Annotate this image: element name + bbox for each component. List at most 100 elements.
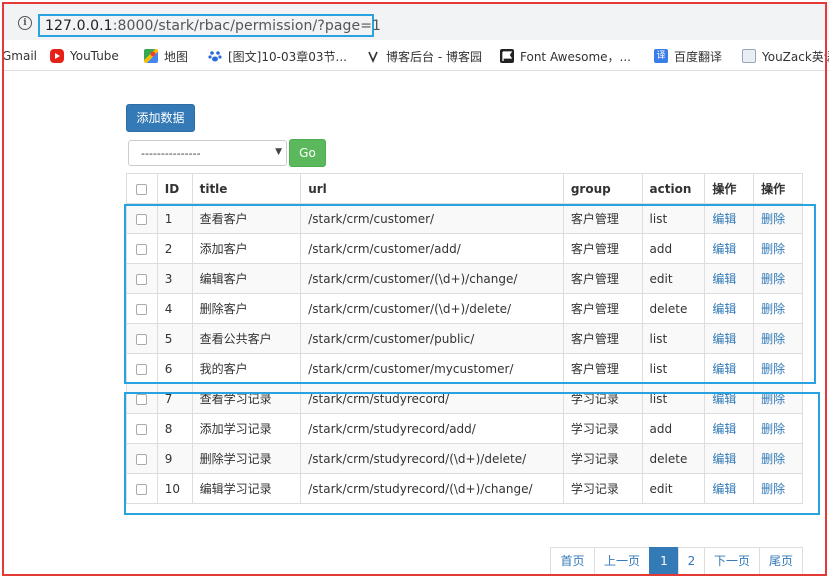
delete-link-cell: 删除 (753, 203, 803, 234)
row-checkbox[interactable] (136, 213, 148, 225)
bookmark-baidu-translate[interactable]: 译 百度翻译 (654, 47, 722, 65)
info-icon[interactable]: i (18, 16, 32, 30)
bookmark-label: Font Awesome，... (520, 49, 631, 64)
row-checkbox[interactable] (136, 453, 148, 465)
edit-link-cell: 编辑 (704, 413, 755, 444)
cell-title: 编辑客户 (191, 263, 302, 294)
edit-link[interactable]: 编辑 (712, 242, 736, 256)
edit-link[interactable]: 编辑 (712, 332, 736, 346)
page-icon (742, 49, 756, 63)
row-checkbox[interactable] (136, 423, 148, 435)
row-checkbox[interactable] (136, 363, 148, 375)
cell-url: /stark/crm/customer/mycustomer/ (300, 353, 564, 384)
cell-title: 查看客户 (191, 203, 302, 234)
select-all-checkbox[interactable] (136, 183, 148, 195)
cell-url: /stark/crm/studyrecord/(\d+)/change/ (300, 473, 564, 504)
bookmark-fontawesome[interactable]: Font Awesome，... (500, 47, 631, 65)
row-checkbox-cell (126, 323, 158, 354)
delete-link[interactable]: 删除 (761, 452, 785, 466)
url-input[interactable]: 127.0.0.1:8000/stark/rbac/permission/?pa… (38, 14, 381, 37)
cell-title: 添加客户 (191, 233, 302, 264)
header-edit-op: 操作 (704, 173, 755, 204)
header-delete-op: 操作 (753, 173, 803, 204)
bookmark-baidu-doc[interactable]: [图文]10-03章03节... (208, 47, 347, 65)
page-last[interactable]: 尾页 (759, 547, 803, 575)
bookmark-label: Gmail (4, 49, 38, 63)
bookmark-gmail[interactable]: Gmail (4, 47, 37, 65)
add-data-button[interactable]: 添加数据 (126, 104, 195, 132)
row-checkbox[interactable] (136, 243, 148, 255)
cell-action: edit (641, 473, 706, 504)
delete-link-cell: 删除 (753, 443, 803, 474)
row-checkbox[interactable] (136, 333, 148, 345)
bookmark-youzack[interactable]: YouZack英语 (742, 47, 829, 65)
bookmark-cnblogs[interactable]: 博客后台 - 博客园 (366, 47, 482, 65)
cell-url: /stark/crm/studyrecord/(\d+)/delete/ (300, 443, 564, 474)
bookmark-label: 博客后台 - 博客园 (386, 49, 482, 64)
delete-link[interactable]: 删除 (761, 272, 785, 286)
row-checkbox-cell (126, 473, 158, 504)
page-2[interactable]: 2 (678, 547, 705, 575)
cell-url: /stark/crm/customer/(\d+)/delete/ (300, 293, 564, 324)
page-next[interactable]: 下一页 (704, 547, 760, 575)
bookmark-youtube[interactable]: YouTube (50, 47, 119, 65)
edit-link[interactable]: 编辑 (712, 272, 736, 286)
row-checkbox[interactable] (136, 303, 148, 315)
delete-link[interactable]: 删除 (761, 332, 785, 346)
bookmark-label: 地图 (164, 49, 189, 64)
row-checkbox-cell (126, 413, 158, 444)
row-checkbox[interactable] (136, 393, 148, 405)
row-checkbox-cell (126, 263, 158, 294)
edit-link[interactable]: 编辑 (712, 422, 736, 436)
row-checkbox[interactable] (136, 483, 148, 495)
bookmark-label: YouTube (70, 49, 119, 63)
select-all-cell (126, 173, 158, 204)
delete-link[interactable]: 删除 (761, 482, 785, 496)
delete-link[interactable]: 删除 (761, 392, 785, 406)
action-select[interactable]: --------------- ▼ (128, 140, 287, 166)
delete-link[interactable]: 删除 (761, 362, 785, 376)
delete-link[interactable]: 删除 (761, 242, 785, 256)
row-checkbox[interactable] (136, 273, 148, 285)
bookmark-label: [图文]10-03章03节... (228, 49, 347, 64)
cell-title: 查看公共客户 (191, 323, 302, 354)
delete-link[interactable]: 删除 (761, 422, 785, 436)
cell-group: 客户管理 (562, 293, 643, 324)
address-bar: i 127.0.0.1:8000/stark/rbac/permission/?… (4, 4, 829, 40)
page-1[interactable]: 1 (649, 547, 679, 575)
cell-id: 10 (156, 473, 193, 504)
delete-link-cell: 删除 (753, 233, 803, 264)
cell-id: 6 (156, 353, 193, 384)
cell-action: list (641, 383, 706, 414)
edit-link[interactable]: 编辑 (712, 302, 736, 316)
delete-link[interactable]: 删除 (761, 212, 785, 226)
edit-link[interactable]: 编辑 (712, 392, 736, 406)
cell-id: 5 (156, 323, 193, 354)
cell-action: list (641, 323, 706, 354)
edit-link[interactable]: 编辑 (712, 452, 736, 466)
cell-group: 学习记录 (562, 443, 643, 474)
cell-action: list (641, 203, 706, 234)
table-row: 1 查看客户/stark/crm/customer/客户管理 list 编辑 删除 (126, 203, 803, 234)
page-first[interactable]: 首页 (550, 547, 595, 575)
header-id: ID (156, 173, 193, 204)
header-title: title (191, 173, 302, 204)
cell-action: delete (641, 443, 706, 474)
cell-group: 客户管理 (562, 323, 643, 354)
bookmark-label: YouZack英语 (762, 49, 829, 64)
edit-link-cell: 编辑 (704, 323, 755, 354)
chevron-down-icon: ▼ (275, 147, 282, 157)
flag-icon (500, 49, 514, 63)
go-button[interactable]: Go (289, 139, 326, 167)
cell-group: 客户管理 (562, 203, 643, 234)
cell-url: /stark/crm/studyrecord/ (300, 383, 564, 414)
edit-link[interactable]: 编辑 (712, 482, 736, 496)
cell-id: 7 (156, 383, 193, 414)
edit-link[interactable]: 编辑 (712, 362, 736, 376)
delete-link[interactable]: 删除 (761, 302, 785, 316)
page-prev[interactable]: 上一页 (594, 547, 650, 575)
edit-link[interactable]: 编辑 (712, 212, 736, 226)
youtube-icon (50, 49, 64, 63)
bookmark-maps[interactable]: 地图 (144, 47, 188, 65)
delete-link-cell: 删除 (753, 473, 803, 504)
